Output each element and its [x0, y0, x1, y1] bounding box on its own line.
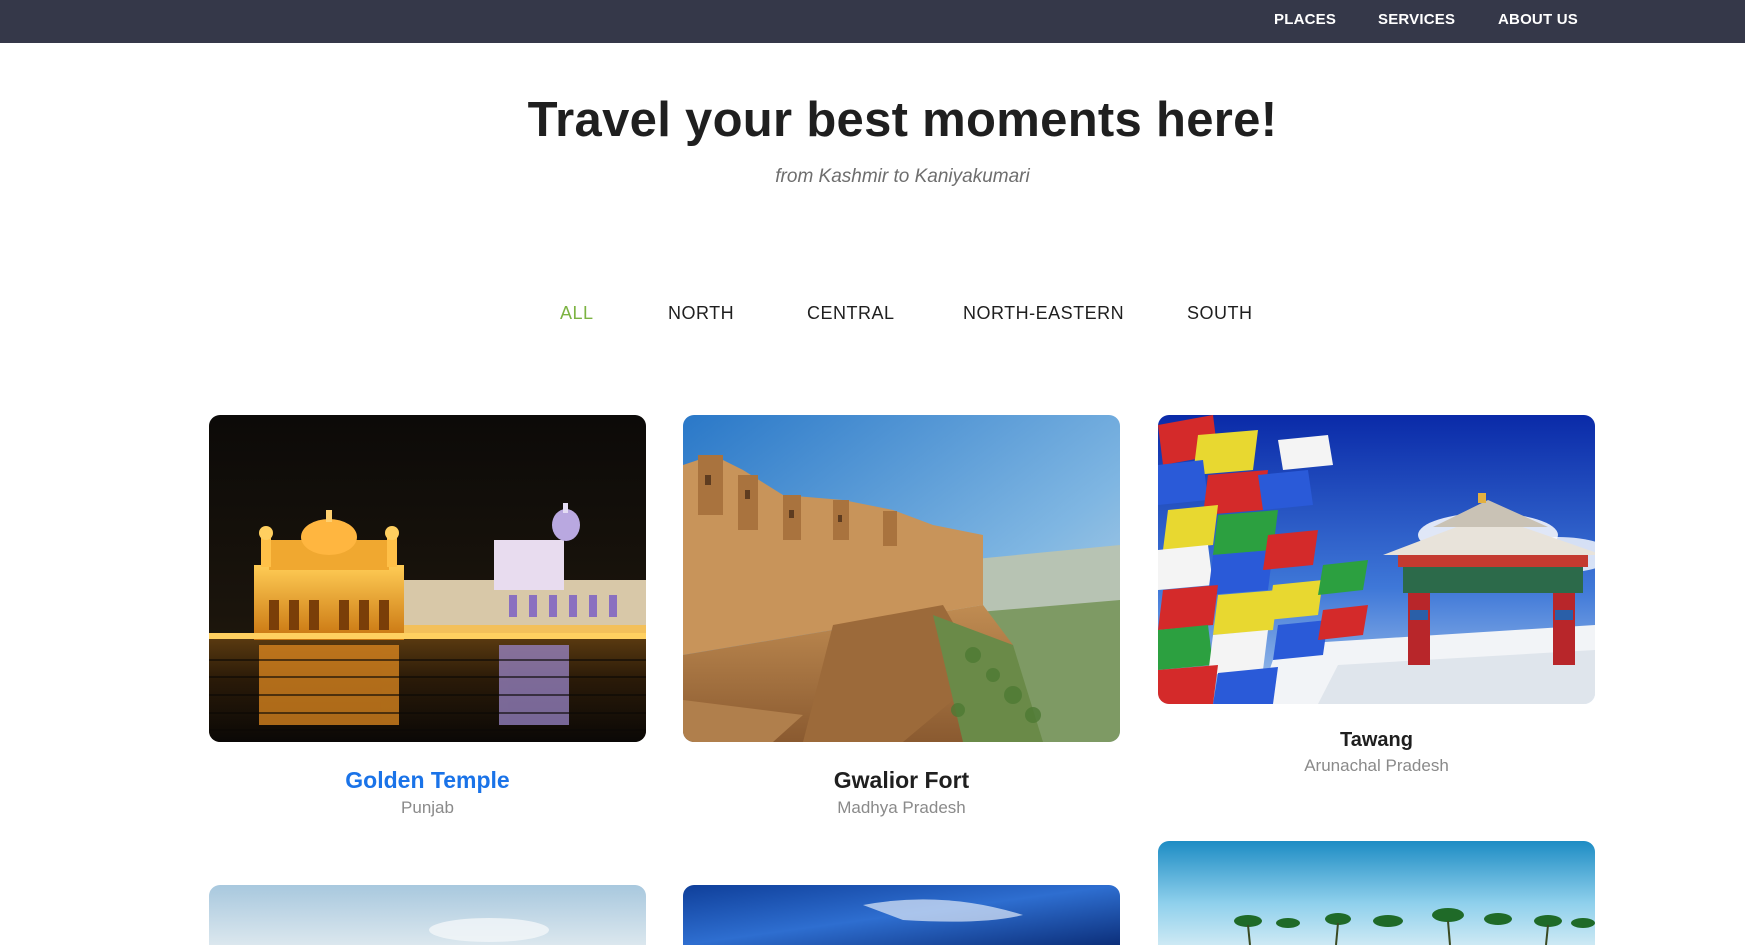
- nav-places-link[interactable]: PLACES: [1274, 11, 1336, 28]
- filter-tab-all[interactable]: ALL: [560, 303, 594, 324]
- card-region-arunachal-pradesh: Arunachal Pradesh: [1304, 756, 1449, 775]
- card-region-madhya-pradesh: Madhya Pradesh: [837, 798, 966, 817]
- nav-services-link[interactable]: SERVICES: [1378, 11, 1455, 28]
- gwalior-fort-image[interactable]: [683, 415, 1120, 742]
- nav-about-us-link[interactable]: ABOUT US: [1498, 11, 1578, 28]
- next-card-image-2[interactable]: [683, 885, 1120, 945]
- next-card-image-3[interactable]: [1158, 841, 1595, 945]
- golden-temple-image[interactable]: [209, 415, 646, 742]
- filter-tab-south[interactable]: SOUTH: [1187, 303, 1253, 324]
- top-nav-bar: [0, 0, 1745, 43]
- page-title: Travel your best moments here!: [527, 93, 1278, 147]
- filter-tab-central[interactable]: CENTRAL: [807, 303, 895, 324]
- filter-tab-north-eastern[interactable]: NORTH-EASTERN: [963, 303, 1124, 324]
- card-title-gwalior-fort[interactable]: Gwalior Fort: [683, 767, 1120, 794]
- next-card-image-1[interactable]: [209, 885, 646, 945]
- page-subtitle: from Kashmir to Kaniyakumari: [775, 166, 1030, 187]
- filter-tab-north[interactable]: NORTH: [668, 303, 734, 324]
- card-title-tawang[interactable]: Tawang: [1158, 729, 1595, 752]
- tawang-image[interactable]: [1158, 415, 1595, 704]
- card-region-punjab: Punjab: [401, 798, 454, 817]
- card-title-golden-temple[interactable]: Golden Temple: [209, 767, 646, 794]
